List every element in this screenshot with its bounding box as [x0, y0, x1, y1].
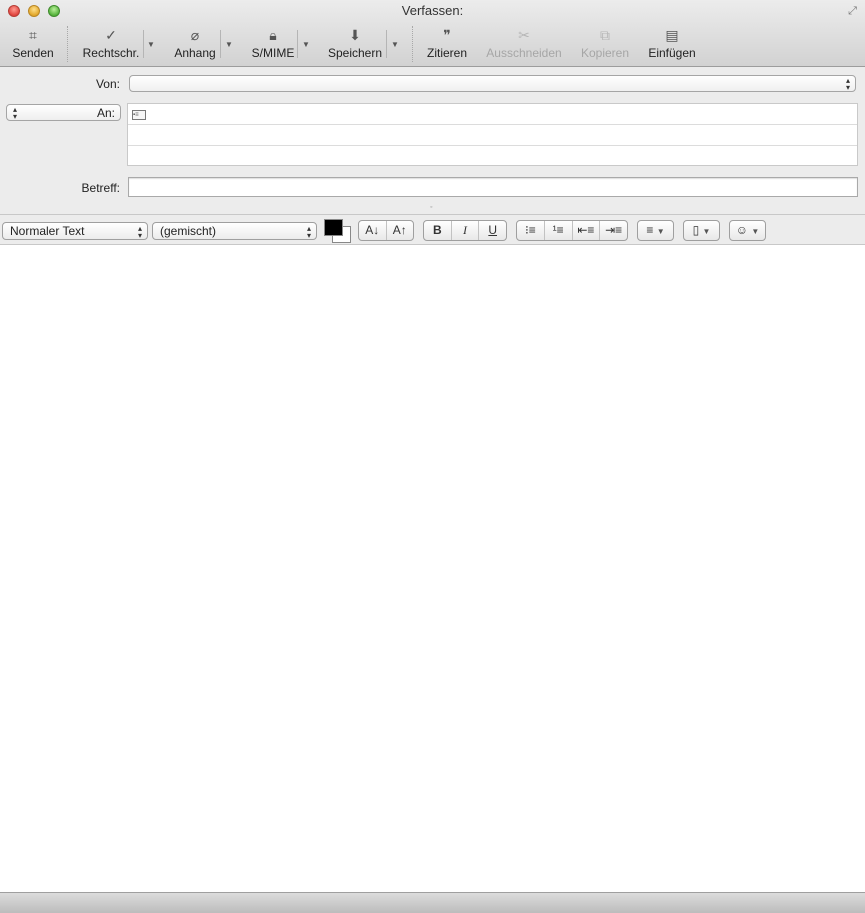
- align-menu-button[interactable]: ≡ ▼: [637, 220, 674, 241]
- font-size-group: A↓ A↑: [358, 220, 414, 241]
- save-dropdown-icon[interactable]: ▼: [390, 40, 400, 50]
- clipboard-icon: ▤: [665, 27, 679, 43]
- checkmark-icon: ✓: [105, 27, 117, 43]
- copy-button[interactable]: ⧉ Kopieren: [578, 26, 632, 64]
- from-select[interactable]: ▴ ▾: [129, 75, 856, 92]
- status-bar: [0, 892, 865, 913]
- copy-label: Kopieren: [580, 46, 630, 60]
- spelling-label: Rechtschr.: [82, 46, 140, 60]
- insert-menu-button[interactable]: ▯ ▼: [683, 220, 720, 241]
- underline-button[interactable]: U: [479, 221, 506, 240]
- quote-button[interactable]: ❞ Zitieren: [424, 26, 470, 64]
- address-card-icon[interactable]: ▪≡: [132, 110, 146, 120]
- paragraph-style-value: Normaler Text: [10, 224, 85, 238]
- title-toolbar-area: Verfassen: ⤢ ⌗ Senden ✓ Rechtschr. ▼ ⌀ A…: [0, 0, 865, 67]
- spelling-dropdown-icon[interactable]: ▼: [146, 40, 156, 50]
- from-label: Von:: [95, 77, 120, 91]
- toolbar-divider: [386, 30, 387, 58]
- numbered-list-icon[interactable]: ¹≡: [545, 221, 573, 240]
- save-button[interactable]: ⬇ Speichern: [326, 26, 384, 64]
- bold-button[interactable]: B: [424, 221, 452, 240]
- quote-label: Zitieren: [426, 46, 467, 60]
- increase-font-size-button[interactable]: A↑: [387, 221, 414, 240]
- recipient-list[interactable]: ▪≡: [127, 103, 858, 166]
- save-label: Speichern: [327, 46, 383, 60]
- message-body-editor[interactable]: [0, 245, 865, 892]
- toolbar-divider: [220, 30, 221, 58]
- toolbar-separator: [412, 26, 413, 62]
- toolbar-divider: [143, 30, 144, 58]
- document-icon: ▯ ▼: [692, 223, 711, 237]
- list-indent-group: ⁝≡ ¹≡ ⇤≡ ⇥≡: [516, 220, 628, 241]
- smiley-icon: ☺ ▼: [735, 223, 760, 237]
- splitter-grip-icon[interactable]: ◦: [430, 204, 435, 211]
- smime-dropdown-icon[interactable]: ▼: [301, 40, 311, 50]
- scissors-icon: ✂: [518, 27, 530, 43]
- font-select[interactable]: (gemischt) ▴ ▾: [152, 222, 317, 240]
- popup-arrows-icon: ▴ ▾: [137, 224, 142, 240]
- save-arrow-icon: ⬇: [349, 27, 361, 43]
- send-label: Senden: [12, 46, 54, 60]
- send-button[interactable]: ⌗ Senden: [10, 26, 56, 64]
- font-value: (gemischt): [160, 224, 217, 238]
- window-title: Verfassen:: [401, 3, 464, 18]
- paste-label: Einfügen: [648, 46, 696, 60]
- paste-button[interactable]: ▤ Einfügen: [646, 26, 698, 64]
- cut-button[interactable]: ✂ Ausschneiden: [484, 26, 564, 64]
- align-left-icon: ≡ ▼: [646, 223, 665, 237]
- attachment-dropdown-icon[interactable]: ▼: [224, 40, 234, 50]
- paragraph-style-select[interactable]: Normaler Text ▴ ▾: [2, 222, 148, 240]
- popup-arrows-icon: ▴ ▾: [13, 105, 18, 121]
- send-icon: ⌗: [29, 27, 37, 43]
- cut-label: Ausschneiden: [486, 46, 562, 60]
- smime-label: S/MIME: [251, 46, 295, 60]
- bullet-list-icon[interactable]: ⁝≡: [517, 221, 545, 240]
- recipient-row-divider: [128, 145, 857, 146]
- popup-arrows-icon: ▴ ▾: [845, 76, 850, 92]
- subject-label: Betreff:: [81, 181, 120, 195]
- attachment-label: Anhang: [174, 46, 216, 60]
- copy-icon: ⧉: [600, 27, 610, 43]
- popup-arrows-icon: ▴ ▾: [306, 224, 311, 240]
- lock-icon: 🔒︎: [269, 27, 277, 43]
- italic-button[interactable]: I: [452, 221, 480, 240]
- smime-button[interactable]: 🔒︎ S/MIME: [250, 26, 296, 64]
- recipient-row-divider: [128, 124, 857, 125]
- text-style-group: B I U: [423, 220, 507, 241]
- text-color-swatch[interactable]: [324, 219, 343, 236]
- indent-icon[interactable]: ⇥≡: [600, 221, 627, 240]
- attachment-button[interactable]: ⌀ Anhang: [172, 26, 218, 64]
- toolbar-separator: [67, 26, 68, 62]
- toolbar-divider: [297, 30, 298, 58]
- fullscreen-icon[interactable]: ⤢: [846, 5, 859, 18]
- outdent-icon[interactable]: ⇤≡: [573, 221, 601, 240]
- recipient-type-select[interactable]: ▴ ▾ An:: [6, 104, 121, 121]
- spelling-button[interactable]: ✓ Rechtschr.: [80, 26, 142, 64]
- to-label: An:: [96, 106, 115, 120]
- decrease-font-size-button[interactable]: A↓: [359, 221, 387, 240]
- quote-icon: ❞: [443, 27, 451, 43]
- subject-input[interactable]: [128, 177, 858, 197]
- paperclip-icon: ⌀: [190, 27, 200, 43]
- smiley-menu-button[interactable]: ☺ ▼: [729, 220, 766, 241]
